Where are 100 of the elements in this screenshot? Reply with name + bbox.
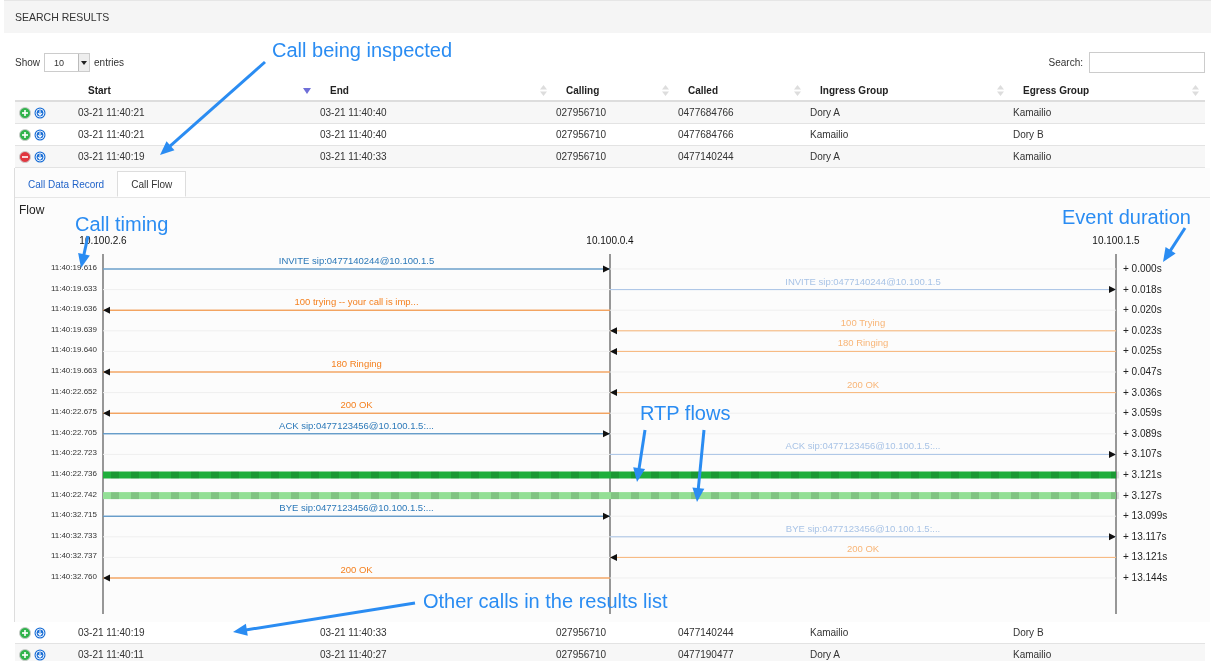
callout-arrow	[1163, 227, 1187, 262]
entries-select[interactable]: 10	[44, 53, 90, 72]
timestamp: 11:40:22.675	[50, 407, 97, 417]
callout-arrow	[633, 429, 647, 482]
duration-label: + 3.089s	[1123, 427, 1162, 439]
callout-label: Event duration	[1062, 206, 1191, 228]
message-label: 100 Trying	[840, 316, 886, 328]
message-label: INVITE sip:0477140244@10.100.1.5	[278, 255, 435, 266]
duration-label: + 3.121s	[1123, 469, 1162, 480]
expand-icon[interactable]	[19, 106, 31, 119]
download-icon[interactable]	[34, 648, 46, 661]
duration-label: + 0.047s	[1123, 366, 1162, 377]
callout-label: RTP flows	[640, 402, 731, 424]
table-cell: 03-21 11:40:40	[320, 129, 387, 140]
duration-label: + 3.036s	[1123, 386, 1162, 398]
timestamp: 11:40:32.737	[50, 551, 97, 561]
message-label: ACK sip:0477123456@10.100.1.5:...	[785, 440, 941, 452]
duration-label: + 0.025s	[1123, 345, 1162, 357]
duration-label: + 0.000s	[1123, 263, 1162, 274]
collapse-icon[interactable]	[19, 150, 31, 163]
table-cell: Dory A	[810, 649, 840, 660]
flow-title: Flow	[19, 203, 45, 217]
table-cell: 03-21 11:40:21	[78, 107, 145, 118]
duration-label: + 13.099s	[1123, 510, 1168, 522]
timestamp: 11:40:32.760	[50, 572, 97, 581]
column-header[interactable]: Start	[88, 85, 111, 96]
expand-icon[interactable]	[19, 626, 31, 639]
callout-label: Other calls in the results list	[423, 590, 668, 612]
duration-label: + 13.121s	[1123, 551, 1168, 563]
message-label: INVITE sip:0477140244@10.100.1.5	[785, 275, 941, 287]
download-icon[interactable]	[34, 150, 46, 163]
duration-label: + 0.023s	[1123, 324, 1162, 336]
expand-icon[interactable]	[19, 648, 31, 661]
node-label: 10.100.0.4	[586, 235, 634, 246]
table-cell: 03-21 11:40:27	[320, 649, 387, 660]
table-cell: 03-21 11:40:21	[78, 129, 145, 140]
timestamp: 11:40:19.636	[50, 304, 97, 314]
message-label: 200 OK	[846, 378, 880, 390]
callout-label: Call being inspected	[272, 39, 453, 61]
duration-label: + 13.117s	[1123, 530, 1167, 542]
callout-label: Call timing	[75, 213, 169, 235]
timestamp: 11:40:22.736	[50, 469, 97, 478]
timestamp: 11:40:19.640	[50, 345, 97, 355]
column-header[interactable]: Calling	[566, 85, 600, 96]
duration-label: + 3.127s	[1123, 489, 1162, 501]
table-cell: 03-21 11:40:33	[320, 627, 387, 638]
column-header[interactable]: End	[330, 85, 349, 96]
duration-label: + 0.018s	[1123, 283, 1162, 295]
table-cell: 0477684766	[678, 107, 734, 118]
timestamp: 11:40:32.733	[50, 530, 97, 540]
search-label: Search:	[1048, 57, 1083, 68]
duration-label: + 3.059s	[1123, 407, 1162, 419]
timestamp: 11:40:19.633	[50, 283, 97, 293]
timestamp: 11:40:19.639	[50, 324, 97, 334]
table-cell: 027956710	[556, 129, 607, 140]
table-cell: 027956710	[556, 627, 607, 638]
timestamp: 11:40:22.652	[50, 386, 97, 396]
download-icon[interactable]	[34, 128, 46, 141]
table-cell: Kamailio	[1013, 151, 1052, 162]
tab[interactable]: Call Data Record	[15, 171, 118, 197]
timestamp: 11:40:19.616	[50, 263, 97, 272]
tab[interactable]: Call Flow	[117, 171, 187, 197]
duration-label: + 0.020s	[1123, 304, 1162, 316]
column-header[interactable]: Egress Group	[1023, 85, 1090, 96]
table-cell: Dory A	[810, 151, 840, 162]
table-cell: Kamailio	[1013, 649, 1052, 660]
caret-icon	[81, 60, 87, 65]
table-cell: 027956710	[556, 151, 607, 162]
panel-title: SEARCH RESULTS	[15, 11, 110, 23]
message-label: 180 Ringing	[331, 358, 382, 369]
message-label: 200 OK	[340, 564, 373, 575]
duration-label: + 3.107s	[1123, 448, 1162, 460]
sort-descending-icon[interactable]	[303, 87, 311, 94]
download-icon[interactable]	[34, 626, 46, 639]
timestamp: 11:40:32.715	[50, 510, 97, 520]
table-cell: Kamailio	[810, 129, 849, 140]
timestamp: 11:40:22.742	[50, 489, 97, 499]
table-cell: 0477140244	[678, 151, 734, 162]
column-header[interactable]: Called	[688, 85, 718, 96]
table-cell: 0477140244	[678, 627, 734, 638]
message-label: BYE sip:0477123456@10.100.1.5:...	[279, 502, 434, 514]
table-cell: 03-21 11:40:19	[78, 627, 145, 638]
message-label: BYE sip:0477123456@10.100.1.5:...	[785, 522, 941, 534]
expand-icon[interactable]	[19, 128, 31, 141]
search-field[interactable]	[1089, 52, 1205, 73]
table-cell: Kamailio	[1013, 107, 1052, 118]
timestamp: 11:40:22.705	[50, 427, 97, 437]
column-header[interactable]: Ingress Group	[820, 85, 889, 96]
show-label: Show	[15, 57, 40, 68]
download-icon[interactable]	[34, 106, 46, 119]
table-cell: 027956710	[556, 649, 607, 660]
message-label: 200 OK	[340, 399, 373, 411]
message-label: 100 trying -- your call is imp...	[294, 296, 419, 308]
node-label: 10.100.1.5	[1092, 235, 1140, 246]
table-cell: 03-21 11:40:11	[78, 649, 144, 660]
table-cell: 0477684766	[678, 129, 734, 140]
table-cell: Dory A	[810, 107, 840, 118]
table-cell: 03-21 11:40:40	[320, 107, 387, 118]
timestamp: 11:40:22.723	[50, 448, 97, 458]
table-cell: Dory B	[1013, 627, 1044, 638]
